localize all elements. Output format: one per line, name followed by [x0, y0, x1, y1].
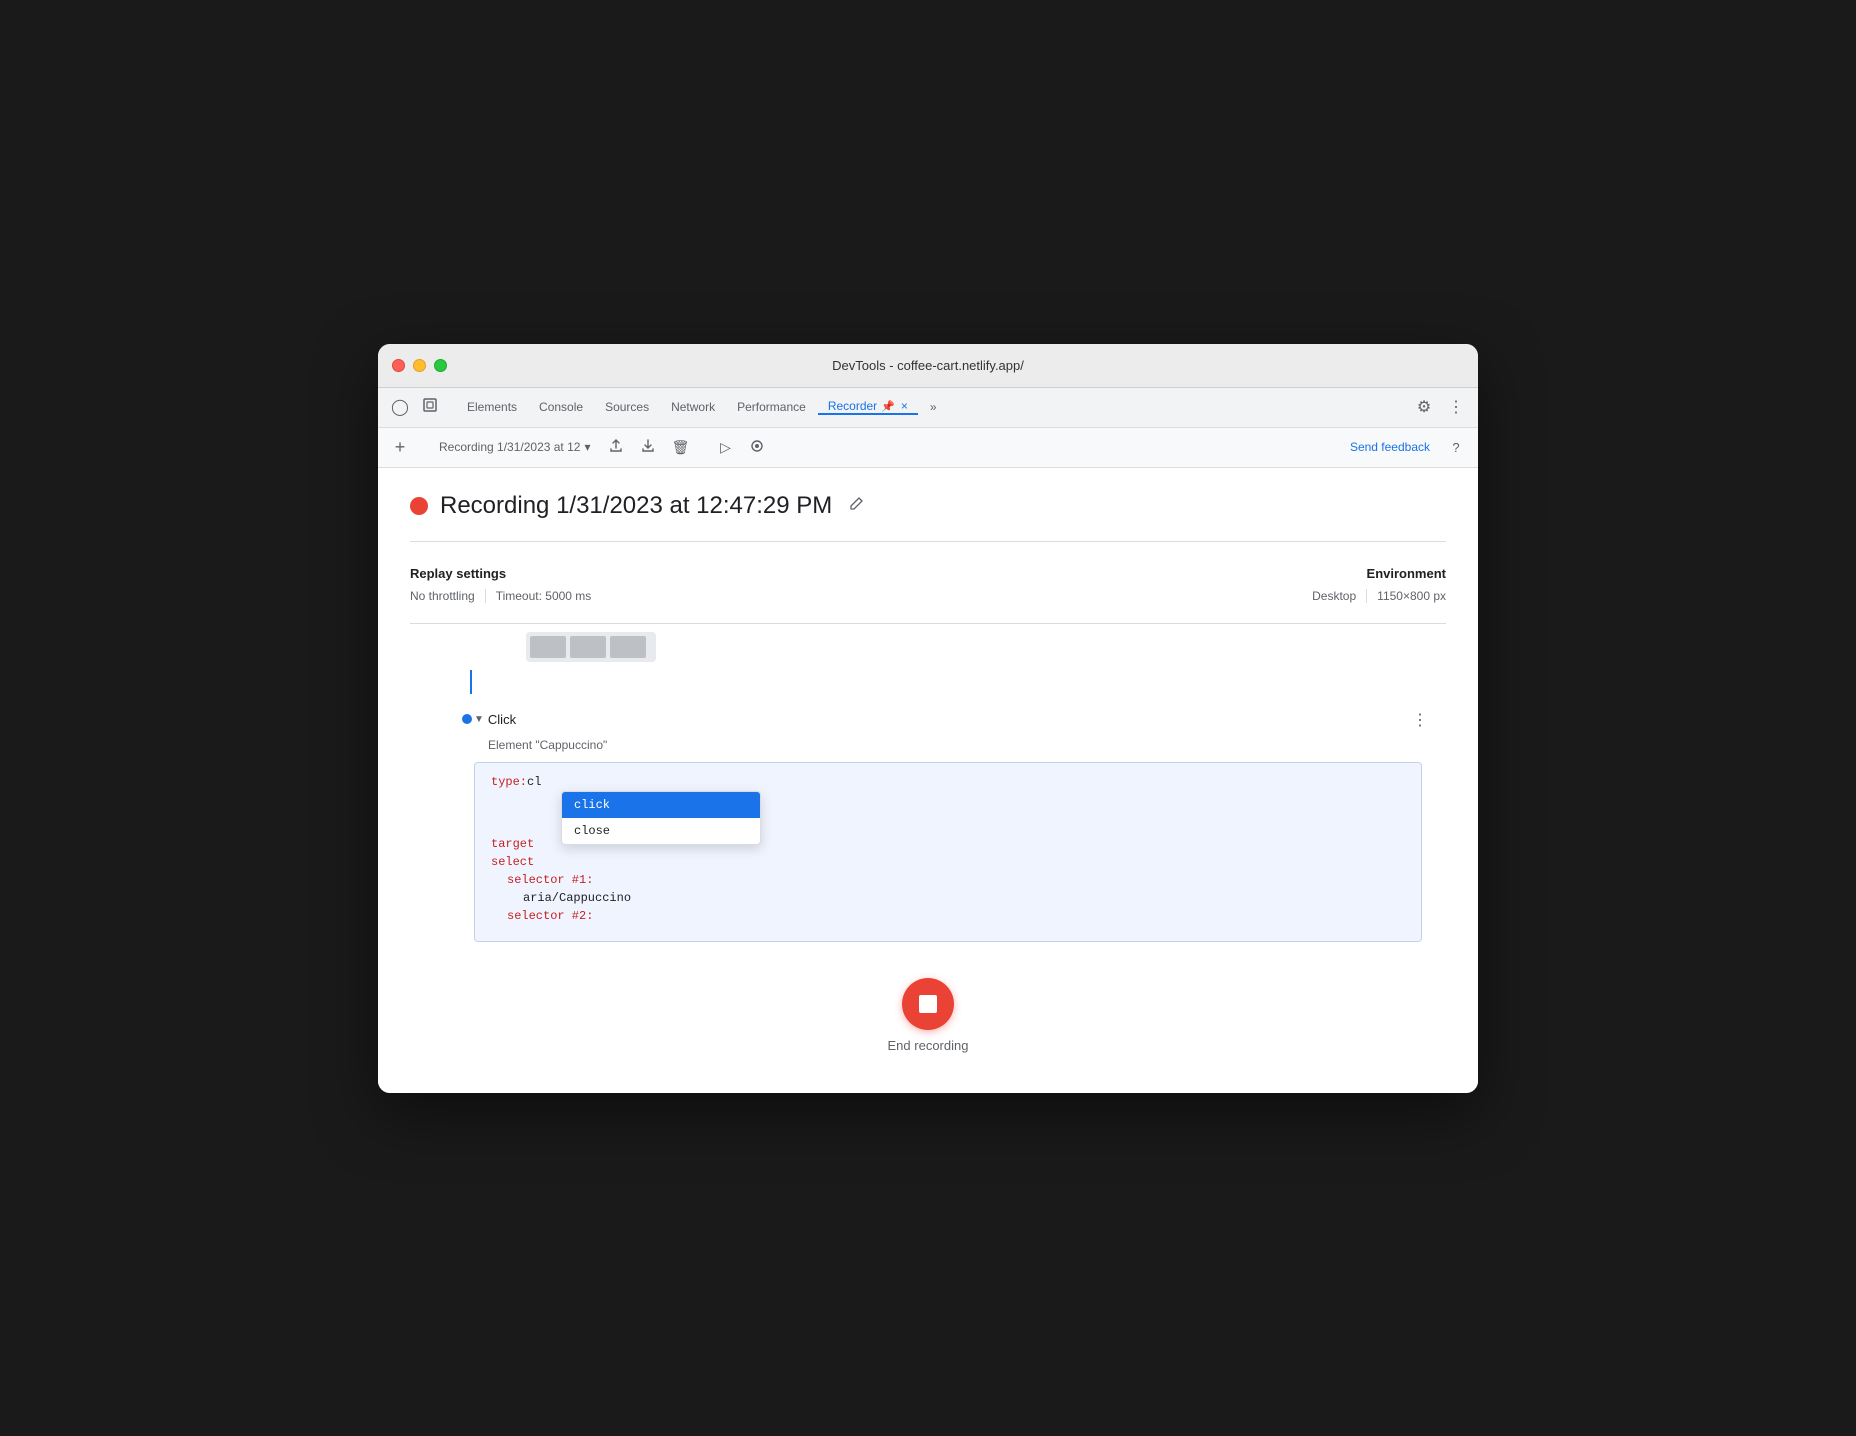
settings-button[interactable]: ⚙	[1410, 393, 1438, 421]
code-line-select: select	[491, 855, 1405, 869]
help-button[interactable]: ?	[1442, 433, 1470, 461]
code-line-type: type: cl	[491, 775, 1405, 789]
new-recording-button[interactable]: +	[386, 433, 414, 461]
recorder-pin-icon: 📌	[881, 400, 895, 413]
step-subtitle: Element "Cappuccino"	[474, 738, 1434, 752]
replay-settings-row: Replay settings No throttling Timeout: 5…	[410, 566, 1446, 603]
screenshot-thumb-1	[530, 636, 566, 658]
recording-title: Recording 1/31/2023 at 12:47:29 PM	[440, 492, 832, 520]
step-item-click: ▼ Click ⋮ Element "Cappuccino" type: cl	[410, 694, 1446, 954]
environment-heading: Environment	[1312, 566, 1446, 581]
edit-title-icon[interactable]	[844, 492, 868, 521]
type-key: type:	[491, 775, 527, 789]
tab-console[interactable]: Console	[529, 400, 593, 414]
window-controls	[392, 359, 447, 372]
minimize-button[interactable]	[413, 359, 426, 372]
help-icon: ?	[1452, 440, 1459, 455]
tab-bar-right: ⚙ ⋮	[1410, 388, 1470, 427]
timeout-value: Timeout: 5000 ms	[496, 589, 592, 603]
selector-val: aria/Cappuccino	[523, 891, 631, 905]
select-key: select	[491, 855, 534, 869]
tab-performance[interactable]: Performance	[727, 400, 816, 414]
close-button[interactable]	[392, 359, 405, 372]
autocomplete-item-close[interactable]: close	[562, 818, 760, 844]
selector1-label: selector #1:	[507, 873, 593, 887]
maximize-button[interactable]	[434, 359, 447, 372]
target-key: target	[491, 837, 534, 851]
inspector-tool-button[interactable]	[416, 393, 444, 421]
autocomplete-item-click[interactable]: click	[562, 792, 760, 818]
stop-icon	[919, 995, 937, 1013]
tab-elements[interactable]: Elements	[457, 400, 527, 414]
recorder-close-icon[interactable]: ×	[901, 399, 908, 413]
code-line-selectorval: aria/Cappuccino	[491, 891, 1405, 905]
step-dot	[462, 714, 472, 724]
more-options-button[interactable]: ⋮	[1442, 393, 1470, 421]
recording-selector-value: Recording 1/31/2023 at 12	[439, 440, 580, 454]
type-val: cl	[527, 775, 541, 789]
resolution-value: 1150×800 px	[1377, 589, 1446, 603]
export-icon	[609, 439, 623, 456]
inspector-icon	[422, 397, 438, 418]
window-title: DevTools - coffee-cart.netlify.app/	[832, 358, 1024, 373]
throttling-value: No throttling	[410, 589, 475, 603]
title-bar: DevTools - coffee-cart.netlify.app/	[378, 344, 1478, 388]
code-line-selector2: selector #2:	[491, 909, 1405, 923]
more-vert-icon-step: ⋮	[1412, 710, 1428, 730]
steps-area: ▼ Click ⋮ Element "Cappuccino" type: cl	[410, 623, 1446, 954]
selector2-label: selector #2:	[507, 909, 593, 923]
import-button[interactable]	[634, 433, 662, 461]
tab-network[interactable]: Network	[661, 400, 725, 414]
delete-icon: 🗑	[672, 439, 690, 456]
send-feedback-button[interactable]: Send feedback	[1342, 436, 1438, 458]
cursor-icon: ◯	[391, 397, 409, 417]
plus-icon: +	[395, 437, 406, 458]
autocomplete-dropdown: click close	[561, 791, 761, 845]
screenshot-thumb-3	[610, 636, 646, 658]
export-button[interactable]	[602, 433, 630, 461]
step-more-button[interactable]: ⋮	[1406, 706, 1434, 734]
replay-icon: ▷	[720, 439, 731, 456]
step-content: ▼ Click ⋮ Element "Cappuccino" type: cl	[474, 706, 1434, 942]
recording-header: Recording 1/31/2023 at 12:47:29 PM	[410, 492, 1446, 542]
replay-values: No throttling Timeout: 5000 ms	[410, 589, 591, 603]
tab-sources[interactable]: Sources	[595, 400, 659, 414]
step-title-row: ▼ Click ⋮	[474, 706, 1434, 734]
tab-recorder[interactable]: Recorder 📌 ×	[818, 399, 918, 415]
devtools-window: DevTools - coffee-cart.netlify.app/ ◯ El…	[378, 344, 1478, 1093]
replay-button[interactable]: ▷	[711, 433, 739, 461]
timeline-line	[470, 670, 472, 694]
end-recording-label: End recording	[888, 1038, 969, 1053]
cursor-tool-button[interactable]: ◯	[386, 393, 414, 421]
code-line-selector1: selector #1:	[491, 873, 1405, 887]
tab-more[interactable]: »	[920, 400, 947, 414]
end-recording-section: End recording	[410, 954, 1446, 1069]
import-icon	[641, 439, 655, 456]
recording-indicator	[410, 497, 428, 515]
tab-bar-spacer	[947, 388, 1410, 427]
chevron-down-icon: ▾	[584, 440, 590, 454]
more-vert-icon: ⋮	[1448, 397, 1464, 417]
replay-settings-section: Replay settings No throttling Timeout: 5…	[410, 566, 591, 603]
screenshot-strip	[526, 632, 656, 662]
replay-settings-heading: Replay settings	[410, 566, 591, 581]
main-content: Recording 1/31/2023 at 12:47:29 PM Repla…	[378, 468, 1478, 1093]
delete-button[interactable]: 🗑	[666, 433, 694, 461]
device-value: Desktop	[1312, 589, 1356, 603]
record-step-icon	[750, 439, 764, 456]
screenshot-thumb-2	[570, 636, 606, 658]
step-name: Click	[488, 712, 516, 727]
environment-section: Environment Desktop 1150×800 px	[1312, 566, 1446, 603]
code-editor[interactable]: type: cl click close	[474, 762, 1422, 942]
tab-bar: ◯ Elements Console Sources	[378, 388, 1478, 428]
recording-selector[interactable]: Recording 1/31/2023 at 12 ▾	[431, 433, 598, 461]
tab-bar-left: ◯ Elements Console Sources	[386, 388, 947, 427]
settings-icon: ⚙	[1417, 397, 1431, 417]
recording-toolbar: + Recording 1/31/2023 at 12 ▾ 🗑	[378, 428, 1478, 468]
environment-values: Desktop 1150×800 px	[1312, 589, 1446, 603]
record-step-button[interactable]	[743, 433, 771, 461]
env-values-divider	[1366, 589, 1367, 603]
replay-values-divider	[485, 589, 486, 603]
end-recording-button[interactable]	[902, 978, 954, 1030]
